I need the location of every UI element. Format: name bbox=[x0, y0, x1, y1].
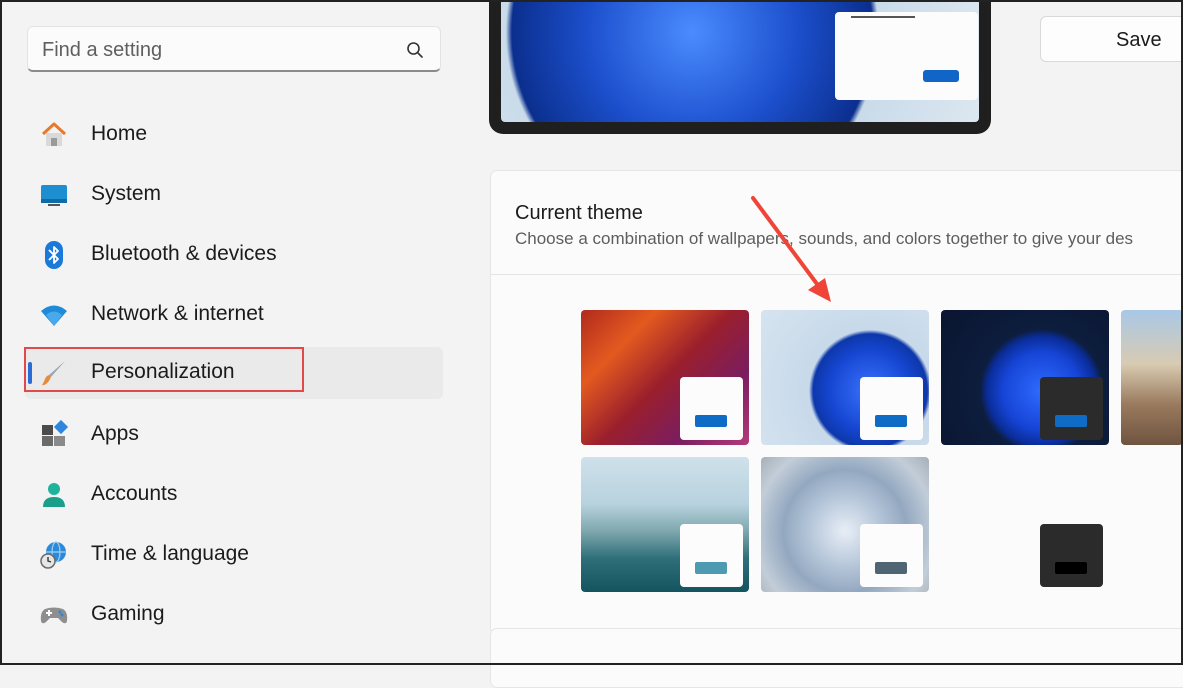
theme-tile-window bbox=[1040, 524, 1103, 587]
theme-tile-accent bbox=[1055, 415, 1087, 427]
highlight-box bbox=[24, 347, 304, 392]
monitor-icon bbox=[41, 185, 67, 206]
theme-tile-glow[interactable] bbox=[581, 310, 749, 445]
theme-tile-windows-dark[interactable] bbox=[941, 310, 1109, 445]
window-preview bbox=[835, 12, 978, 100]
sidebar-item-time-language[interactable]: Time & language bbox=[25, 529, 443, 581]
theme-tile-captured-motion[interactable] bbox=[581, 457, 749, 592]
sidebar-item-label: Time & language bbox=[91, 542, 249, 565]
sidebar-item-bluetooth[interactable]: Bluetooth & devices bbox=[25, 229, 443, 281]
theme-tile-accent bbox=[1055, 562, 1087, 574]
globe-clock-icon bbox=[40, 541, 66, 569]
sidebar-item-system[interactable]: System bbox=[25, 169, 443, 221]
wallpaper-preview bbox=[501, 0, 979, 122]
sidebar-item-label: System bbox=[91, 182, 162, 205]
theme-tile-accent bbox=[695, 562, 727, 574]
current-theme-title: Current theme bbox=[515, 202, 643, 224]
sidebar-item-label: Gaming bbox=[91, 602, 165, 625]
home-icon bbox=[41, 122, 67, 146]
window-preview-line bbox=[851, 16, 915, 18]
sidebar-item-network[interactable]: Network & internet bbox=[25, 289, 443, 341]
theme-tile-window bbox=[680, 524, 743, 587]
search-input[interactable]: Find a setting bbox=[42, 39, 162, 62]
theme-tile-contrast[interactable] bbox=[941, 457, 1109, 592]
theme-tile-window bbox=[1040, 377, 1103, 440]
theme-preview bbox=[489, 0, 991, 134]
sidebar-item-label: Bluetooth & devices bbox=[91, 242, 277, 265]
sidebar-item-gaming[interactable]: Gaming bbox=[25, 589, 443, 641]
divider bbox=[491, 274, 1183, 275]
theme-tile-accent bbox=[875, 415, 907, 427]
sidebar-item-label: Accounts bbox=[91, 482, 178, 505]
sidebar-item-apps[interactable]: Apps bbox=[25, 409, 443, 461]
person-icon bbox=[43, 483, 65, 507]
sidebar-item-label: Home bbox=[91, 122, 148, 145]
next-settings-card bbox=[490, 628, 1183, 688]
search-icon bbox=[407, 42, 423, 58]
sidebar-item-label: Network & internet bbox=[91, 302, 264, 325]
current-theme-description: Choose a combination of wallpapers, soun… bbox=[515, 229, 1134, 248]
sidebar-item-accounts[interactable]: Accounts bbox=[25, 469, 443, 521]
theme-tile-accent bbox=[695, 415, 727, 427]
bluetooth-icon bbox=[45, 241, 63, 269]
gamepad-icon bbox=[40, 607, 68, 624]
sidebar-item-label: Apps bbox=[91, 422, 139, 445]
wifi-icon bbox=[41, 305, 67, 326]
theme-tile-sunrise[interactable] bbox=[1121, 310, 1183, 445]
theme-tile-windows-light[interactable] bbox=[761, 310, 929, 445]
theme-tile-window bbox=[680, 377, 743, 440]
theme-tile-accent bbox=[875, 562, 907, 574]
theme-tile-window bbox=[860, 377, 923, 440]
save-button-label: Save bbox=[1116, 29, 1162, 51]
sidebar-item-home[interactable]: Home bbox=[25, 109, 443, 161]
apps-icon bbox=[42, 420, 69, 446]
theme-tile-window bbox=[860, 524, 923, 587]
search-box[interactable]: Find a setting bbox=[27, 26, 441, 72]
window-preview-button bbox=[923, 70, 959, 82]
save-button[interactable]: Save bbox=[1040, 16, 1183, 62]
theme-tile-flow[interactable] bbox=[761, 457, 929, 592]
